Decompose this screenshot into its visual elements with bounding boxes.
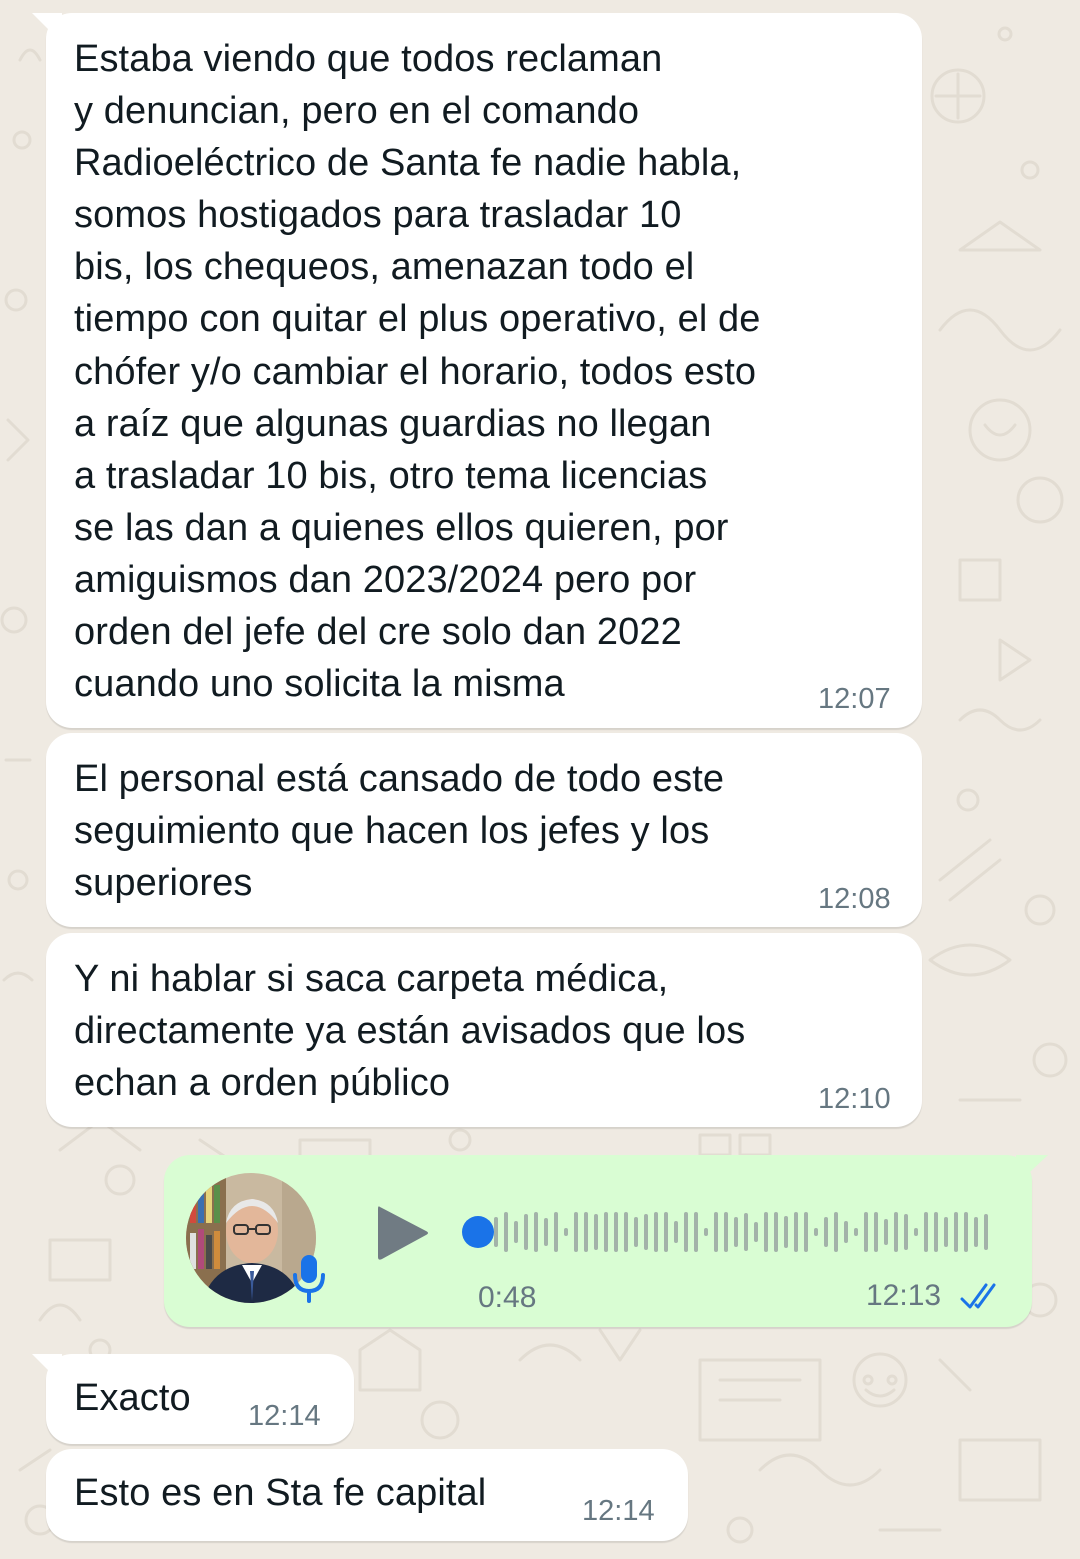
message-text: El personal está cansado de todo este se… xyxy=(74,758,725,905)
bubble-tail xyxy=(32,1354,62,1384)
waveform-bar xyxy=(594,1214,598,1250)
playback-scrubber[interactable] xyxy=(462,1216,494,1248)
message-timestamp: 12:13 xyxy=(866,1279,942,1312)
waveform-bar xyxy=(884,1219,888,1245)
waveform-bar xyxy=(514,1221,518,1243)
play-icon[interactable] xyxy=(374,1203,430,1263)
waveform-bar xyxy=(924,1212,928,1252)
waveform-bar xyxy=(544,1218,548,1246)
waveform-bar xyxy=(694,1212,698,1252)
message-text: Estaba viendo que todos reclaman y denun… xyxy=(74,38,761,706)
message-timestamp: 12:10 xyxy=(818,1083,891,1115)
waveform-bar xyxy=(954,1212,958,1252)
message-bubble[interactable]: Esto es en Sta fe capital 12:14 xyxy=(46,1449,688,1541)
voice-duration: 0:48 xyxy=(478,1281,537,1314)
waveform-bar xyxy=(854,1228,858,1236)
waveform-bar xyxy=(674,1221,678,1243)
waveform-bar xyxy=(944,1217,948,1247)
waveform-bar xyxy=(984,1214,988,1250)
waveform-bar xyxy=(874,1212,878,1252)
message-text: Y ni hablar si saca carpeta médica, dire… xyxy=(74,958,746,1105)
message-timestamp: 12:14 xyxy=(582,1495,655,1527)
waveform-bar xyxy=(804,1212,808,1252)
audio-waveform[interactable] xyxy=(454,1197,994,1267)
waveform-bar xyxy=(554,1212,558,1252)
waveform-bar xyxy=(534,1212,538,1252)
message-text: Exacto xyxy=(74,1377,191,1419)
waveform-bar xyxy=(894,1212,898,1252)
waveform-bar xyxy=(754,1222,758,1242)
waveform-bar xyxy=(654,1212,658,1252)
message-text: Esto es en Sta fe capital xyxy=(74,1472,487,1514)
waveform-bar xyxy=(644,1214,648,1250)
waveform-bar xyxy=(584,1212,588,1252)
waveform-bar xyxy=(834,1212,838,1252)
waveform-bar xyxy=(934,1212,938,1252)
waveform-bar xyxy=(684,1212,688,1252)
bubble-tail xyxy=(1016,1155,1048,1185)
bubble-tail xyxy=(32,13,62,43)
microphone-icon xyxy=(293,1255,325,1303)
waveform-bar xyxy=(724,1212,728,1252)
waveform-bar xyxy=(764,1212,768,1252)
waveform-bar xyxy=(714,1212,718,1252)
waveform-bar xyxy=(624,1212,628,1252)
waveform-bar xyxy=(734,1217,738,1247)
waveform-bar xyxy=(604,1212,608,1252)
waveform-bar xyxy=(664,1212,668,1252)
waveform-bar xyxy=(844,1221,848,1243)
waveform-bar xyxy=(704,1228,708,1236)
waveform-bar xyxy=(914,1228,918,1236)
waveform-bar xyxy=(614,1212,618,1252)
message-timestamp: 12:14 xyxy=(248,1400,321,1432)
message-bubble[interactable]: Exacto 12:14 xyxy=(32,1354,354,1444)
message-timestamp: 12:07 xyxy=(818,683,891,715)
waveform-bar xyxy=(864,1212,868,1252)
waveform-bar xyxy=(964,1212,968,1252)
double-check-read-icon xyxy=(960,1283,996,1309)
waveform-bar xyxy=(634,1217,638,1247)
waveform-bar xyxy=(824,1217,828,1247)
waveform-bar xyxy=(974,1217,978,1247)
waveform-bar xyxy=(814,1228,818,1236)
waveform-bar xyxy=(904,1214,908,1250)
message-bubble[interactable]: Estaba viendo que todos reclaman y denun… xyxy=(32,13,922,728)
waveform-bar xyxy=(494,1217,498,1247)
waveform-bar xyxy=(784,1216,788,1248)
waveform-bar xyxy=(574,1212,578,1252)
waveform-bar xyxy=(794,1212,798,1252)
waveform-bar xyxy=(744,1213,748,1251)
waveform-bar xyxy=(774,1212,778,1252)
waveform-bar xyxy=(524,1214,528,1250)
message-bubble[interactable]: Y ni hablar si saca carpeta médica, dire… xyxy=(46,933,922,1127)
waveform-bar xyxy=(564,1228,568,1236)
waveform-bar xyxy=(504,1212,508,1252)
message-bubble[interactable]: El personal está cansado de todo este se… xyxy=(46,733,922,927)
voice-message-bubble[interactable]: 0:48 12:13 xyxy=(164,1155,1048,1327)
message-timestamp: 12:08 xyxy=(818,883,891,915)
